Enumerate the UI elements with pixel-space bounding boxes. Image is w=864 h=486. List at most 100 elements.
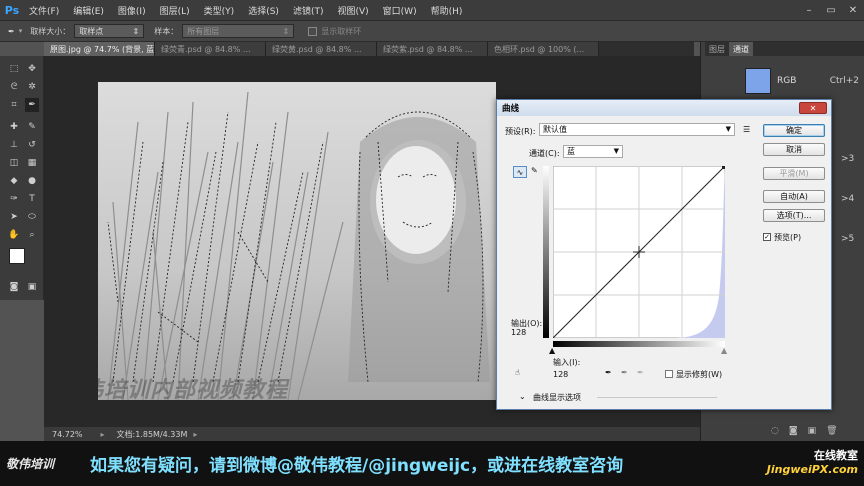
photoshop-logo: Ps	[4, 3, 20, 17]
sample-select[interactable]: 所有图层 ⇕	[182, 24, 295, 38]
dialog-titlebar: 曲线 ✕	[497, 100, 831, 116]
tab-layers[interactable]: 图层	[705, 44, 729, 55]
foreground-color-swatch[interactable]	[9, 248, 25, 264]
magic-wand-icon[interactable]: ✲	[25, 80, 39, 94]
dodge-tool-icon[interactable]: ●	[25, 174, 39, 188]
pencil-mode-icon[interactable]: ✎	[531, 166, 538, 175]
status-arrow-icon[interactable]: ▸	[101, 430, 105, 439]
quick-mask-icon[interactable]: ◙	[7, 280, 21, 294]
healing-brush-icon[interactable]: ✚	[7, 120, 21, 134]
auto-button[interactable]: 自动(A)	[763, 190, 825, 203]
shape-tool-icon[interactable]: ⬭	[25, 210, 39, 224]
options-button[interactable]: 选项(T)...	[763, 209, 825, 222]
zoom-tool-icon[interactable]: ⌕	[25, 228, 39, 242]
grayscale-photo-with-selection	[98, 82, 496, 400]
move-tool-icon[interactable]: ✥	[25, 62, 39, 76]
marquee-tool-icon[interactable]: ⬚	[7, 62, 21, 76]
select-arrows-icon: ⇕	[282, 26, 290, 36]
channel-label: 通道(C):	[529, 149, 560, 158]
menu-image[interactable]: 图像(I)	[111, 4, 153, 17]
menu-view[interactable]: 视图(V)	[330, 4, 375, 17]
tool-preset-chevron-icon[interactable]: ▾	[19, 27, 23, 35]
path-select-icon[interactable]: ➤	[7, 210, 21, 224]
minimize-icon[interactable]: –	[798, 0, 820, 20]
dropdown-arrow-icon: ▼	[725, 125, 731, 133]
input-value: 128	[553, 370, 569, 379]
ok-button[interactable]: 确定	[763, 124, 825, 137]
expand-chevron-icon[interactable]: ⌄	[519, 392, 526, 401]
preset-select[interactable]: 默认值 ▼	[539, 123, 735, 136]
show-clipping-label: 显示修剪(W)	[676, 370, 723, 379]
menu-layer[interactable]: 图层(L)	[153, 4, 197, 17]
brush-tool-icon[interactable]: ✎	[25, 120, 39, 134]
dropdown-arrow-icon: ▼	[613, 147, 619, 155]
tab-green-cyan[interactable]: 绿荧青.psd @ 84.8% ...	[155, 42, 266, 56]
menu-filter[interactable]: 滤镜(T)	[286, 4, 331, 17]
eyedropper-tool-icon[interactable]: ✒	[8, 27, 15, 36]
stamp-tool-icon[interactable]: ⊥	[7, 138, 21, 152]
gradient-tool-icon[interactable]: ▦	[25, 156, 39, 170]
show-clipping-checkbox[interactable]	[665, 370, 673, 378]
menu-window[interactable]: 窗口(W)	[376, 4, 424, 17]
curves-dialog: 曲线 ✕ 预设(R): 默认值 ▼ ☰ 通道(C): 蓝 ▼ ∿ ✎ ▲ ▲ 输出(…	[496, 99, 832, 410]
window-controls: – ▭ ✕	[798, 0, 864, 20]
status-menu-icon[interactable]: ▸	[193, 430, 197, 439]
dialog-close-button[interactable]: ✕	[799, 102, 827, 114]
new-channel-icon[interactable]: ▣	[808, 426, 817, 436]
save-selection-icon[interactable]: ◙	[789, 426, 798, 436]
close-icon[interactable]: ✕	[842, 0, 864, 20]
tab-green-yellow[interactable]: 绿荧黄.psd @ 84.8% ...	[266, 42, 377, 56]
channel-select[interactable]: 蓝 ▼	[563, 145, 623, 158]
target-adjust-icon[interactable]: ☝	[515, 368, 520, 377]
menu-help[interactable]: 帮助(H)	[424, 4, 470, 17]
preset-options-icon[interactable]: ☰	[743, 125, 750, 134]
white-point-slider-icon[interactable]: ▲	[721, 346, 727, 355]
tab-original[interactable]: 原图.jpg @ 74.7% (背景, 蓝/8) *	[44, 42, 155, 56]
type-tool-icon[interactable]: T	[25, 192, 39, 206]
tools-panel: ⬚ ✥ ᘓ ✲ ⌗ ✒ ✚ ✎ ⊥ ↺ ◫ ▦ ◆ ● ✑ T ➤ ⬭ ✋ ⌕ …	[0, 56, 44, 300]
tab-label: 绿荧黄.psd @ 84.8% ...	[272, 44, 362, 54]
show-ring-checkbox[interactable]	[308, 26, 318, 36]
channel-value: 蓝	[567, 147, 575, 156]
screen-mode-icon[interactable]: ▣	[25, 280, 39, 294]
tab-hue-wheel[interactable]: 色相环.psd @ 100% (...	[488, 42, 599, 56]
cancel-button[interactable]: 取消	[763, 143, 825, 156]
lasso-tool-icon[interactable]: ᘓ	[7, 80, 21, 94]
history-brush-icon[interactable]: ↺	[25, 138, 39, 152]
tab-green-purple[interactable]: 绿荧紫.psd @ 84.8% ...	[377, 42, 488, 56]
pen-tool-icon[interactable]: ✑	[7, 192, 21, 206]
gray-eyedropper-icon[interactable]: ✒	[621, 368, 628, 377]
preview-checkbox[interactable]: ✓	[763, 233, 771, 241]
menu-edit[interactable]: 编辑(E)	[66, 4, 111, 17]
sample-size-select[interactable]: 取样点 ⇕	[74, 24, 145, 38]
options-bar: ✒ ▾ 取样大小： 取样点 ⇕ 样本： 所有图层 ⇕ 显示取样环	[0, 20, 864, 42]
channel-name: RGB	[777, 76, 797, 86]
load-selection-icon[interactable]: ◌	[771, 426, 779, 436]
output-gradient-bar	[543, 166, 549, 338]
hand-tool-icon[interactable]: ✋	[7, 228, 21, 242]
delete-channel-icon[interactable]: 🗑	[826, 426, 837, 436]
doc-size: 文档:1.85M/4.33M	[116, 429, 188, 439]
blur-tool-icon[interactable]: ◆	[7, 174, 21, 188]
curve-point-mode-icon[interactable]: ∿	[513, 166, 527, 178]
menu-type[interactable]: 类型(Y)	[197, 4, 242, 17]
smooth-button[interactable]: 平滑(M)	[763, 167, 825, 180]
zoom-level[interactable]: 74.72%	[52, 430, 83, 439]
crop-tool-icon[interactable]: ⌗	[7, 98, 21, 112]
menu-select[interactable]: 选择(S)	[241, 4, 286, 17]
eyedropper-icon[interactable]: ✒	[25, 98, 39, 112]
select-arrows-icon: ⇕	[132, 26, 140, 36]
curve-graph[interactable]	[553, 166, 725, 338]
maximize-icon[interactable]: ▭	[820, 0, 842, 20]
white-eyedropper-icon[interactable]: ✒	[637, 368, 644, 377]
curve-display-options-label[interactable]: 曲线显示选项	[533, 392, 581, 403]
black-eyedropper-icon[interactable]: ✒	[605, 368, 612, 377]
channel-row-rgb[interactable]: RGB Ctrl+2	[745, 66, 864, 96]
dialog-title: 曲线	[502, 104, 520, 114]
tab-channels[interactable]: 通道	[729, 42, 753, 56]
menu-file[interactable]: 文件(F)	[22, 4, 66, 17]
black-point-slider-icon[interactable]: ▲	[549, 346, 555, 355]
eraser-tool-icon[interactable]: ◫	[7, 156, 21, 170]
document-canvas-image[interactable]: 敬伟培训内部视频教程	[98, 82, 496, 400]
tab-label: 原图.jpg @ 74.7% (背景, 蓝/8) *	[50, 44, 155, 54]
